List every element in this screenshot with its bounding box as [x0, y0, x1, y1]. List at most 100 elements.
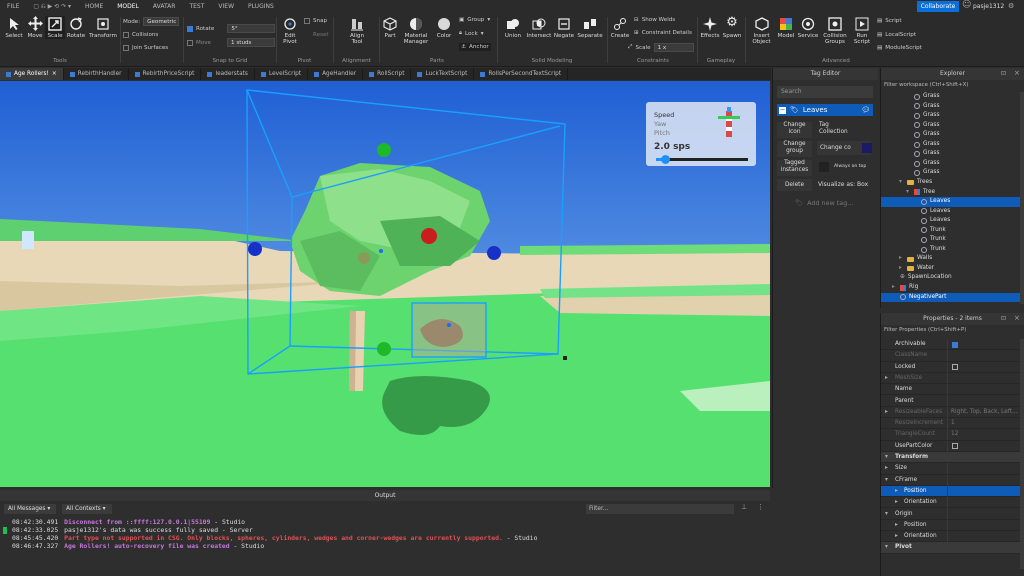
property-row[interactable]: ClassName: [881, 350, 1021, 362]
rotate-tool[interactable]: Rotate: [66, 16, 86, 39]
material-manager-button[interactable]: Material Manager: [402, 16, 430, 46]
menu-file[interactable]: FILE: [0, 0, 26, 13]
negate-button[interactable]: Negate: [553, 16, 575, 39]
add-new-tag[interactable]: 🏷︎ Add new tag...: [795, 199, 853, 207]
property-row[interactable]: Locked: [881, 361, 1021, 373]
explorer-item[interactable]: NegativePart: [881, 292, 1021, 303]
insert-modulescript-button[interactable]: ▤ ModuleScript: [877, 45, 922, 51]
tag-row-leaves[interactable]: − 🏷︎ Leaves 💬︎: [777, 104, 873, 116]
explorer-item[interactable]: Grass: [881, 121, 1021, 131]
snap-move-checkbox[interactable]: [187, 39, 193, 46]
explorer-item[interactable]: Grass: [881, 102, 1021, 112]
tab-leaderstats[interactable]: leaderstats: [201, 68, 255, 80]
tab-home[interactable]: HOME: [78, 0, 110, 13]
explorer-item[interactable]: Grass: [881, 159, 1021, 169]
tab-agehandler[interactable]: AgeHandler: [308, 68, 364, 80]
move-increment-input[interactable]: 1 studs: [227, 38, 276, 47]
all-contexts-dropdown[interactable]: All Contexts ▾: [62, 504, 112, 514]
dock-icon[interactable]: ⊡: [1001, 70, 1006, 77]
property-row[interactable]: ▸ ResizeableFaces Right, Top, Back, Left..…: [881, 406, 1021, 419]
output-filter-input[interactable]: Filter...: [586, 504, 734, 514]
constraint-scale-input[interactable]: 1 x: [653, 43, 694, 52]
tagged-instances-button[interactable]: Tagged instances: [777, 160, 812, 176]
change-group-button[interactable]: Change group: [777, 141, 812, 157]
collapse-icon[interactable]: −: [779, 106, 786, 114]
property-row[interactable]: ▾ Origin: [881, 508, 1021, 520]
union-button[interactable]: Union: [502, 16, 524, 39]
property-row[interactable]: UsePartColor: [881, 440, 1021, 452]
property-row[interactable]: ▸ Position: [881, 519, 1021, 532]
tab-model[interactable]: MODEL: [110, 0, 146, 13]
anchor-button[interactable]: ⚓︎ Anchor: [459, 43, 491, 51]
expand-arrow-icon[interactable]: ▸: [895, 531, 898, 542]
expand-arrow-icon[interactable]: ▾: [885, 475, 888, 486]
tab-age-rollers[interactable]: Age Rollers! ×: [0, 68, 64, 80]
model-button[interactable]: Model: [776, 16, 796, 39]
tab-rebirthpricescript[interactable]: RebirthPriceScript: [129, 68, 202, 80]
collaborate-button[interactable]: Collaborate: [917, 1, 959, 12]
expand-arrow-icon[interactable]: ▸: [899, 254, 904, 264]
expand-arrow-icon[interactable]: ▾: [885, 452, 888, 463]
pivot-reset-button[interactable]: Reset: [304, 32, 329, 38]
property-row[interactable]: ▾ Transform: [881, 452, 1021, 464]
spawn-button[interactable]: ⚙ Spawn: [722, 16, 742, 39]
join-surfaces-toggle[interactable]: Join Surfaces: [123, 45, 168, 51]
snap-rotate-checkbox[interactable]: [187, 25, 193, 32]
expand-arrow-icon[interactable]: ▾: [899, 178, 904, 188]
property-checkbox[interactable]: [952, 341, 958, 348]
tab-plugins[interactable]: PLUGINS: [241, 0, 281, 13]
explorer-item[interactable]: Leaves: [881, 216, 1021, 226]
property-row[interactable]: Parent: [881, 395, 1021, 407]
change-icon-button[interactable]: Change icon: [777, 122, 812, 138]
clear-output-icon[interactable]: ⊥: [741, 503, 747, 511]
explorer-item[interactable]: Leaves: [881, 197, 1021, 207]
expand-arrow-icon[interactable]: ▾: [906, 188, 911, 198]
collisions-toggle[interactable]: Collisions: [123, 32, 158, 38]
delete-tag-button[interactable]: Delete: [777, 179, 812, 191]
user-icon[interactable]: ☺: [962, 0, 971, 10]
property-row[interactable]: ▾ CFrame: [881, 474, 1021, 486]
pivot-snap-toggle[interactable]: Snap: [304, 18, 327, 24]
collision-groups-button[interactable]: Collision Groups: [821, 16, 849, 46]
explorer-item[interactable]: Trunk: [881, 226, 1021, 236]
lock-button[interactable]: 🔒︎ Lock ▾: [459, 30, 484, 37]
explorer-item[interactable]: Grass: [881, 130, 1021, 140]
join-surfaces-checkbox[interactable]: [123, 45, 129, 51]
create-constraint-button[interactable]: Create: [609, 16, 631, 39]
properties-filter-input[interactable]: Filter Properties (Ctrl+Shift+P): [884, 326, 1022, 335]
select-tool[interactable]: Select: [4, 16, 24, 39]
move-tool[interactable]: Move: [25, 16, 45, 39]
hud-speed-slider[interactable]: [656, 155, 748, 164]
explorer-item[interactable]: Grass: [881, 92, 1021, 102]
3d-viewport[interactable]: Speed Yaw Pitch 2.0 sps: [0, 81, 770, 487]
mode-dropdown[interactable]: Geometric: [143, 17, 180, 26]
show-welds-toggle[interactable]: ⊟ Show Welds: [634, 17, 675, 23]
properties-scrollbar[interactable]: [1020, 339, 1024, 569]
expand-arrow-icon[interactable]: ▸: [892, 283, 897, 293]
visibility-icon[interactable]: 💬︎: [861, 104, 870, 116]
separate-button[interactable]: Separate: [577, 16, 603, 39]
close-icon[interactable]: ×: [1014, 314, 1020, 322]
explorer-item[interactable]: ▸ Rig: [881, 283, 1021, 293]
explorer-item[interactable]: Trunk: [881, 235, 1021, 245]
explorer-filter-input[interactable]: Filter workspace (Ctrl+Shift+X): [884, 81, 1012, 90]
explorer-item[interactable]: Grass: [881, 168, 1021, 178]
settings-icon[interactable]: ⚙: [1008, 0, 1014, 13]
expand-arrow-icon[interactable]: ▸: [885, 373, 888, 384]
property-row[interactable]: TriangleCount 12: [881, 429, 1021, 441]
effects-button[interactable]: Effects: [699, 16, 721, 39]
edit-pivot-button[interactable]: Edit Pivot: [279, 16, 301, 46]
explorer-item[interactable]: ▸ Water: [881, 264, 1021, 274]
property-row[interactable]: ▸ Orientation: [881, 497, 1021, 509]
tab-view[interactable]: VIEW: [211, 0, 241, 13]
tab-rollscript[interactable]: RollScript: [363, 68, 412, 80]
expand-arrow-icon[interactable]: ▸: [895, 520, 898, 531]
tag-search-input[interactable]: Search: [777, 86, 873, 98]
explorer-item[interactable]: ▾ Tree: [881, 188, 1021, 198]
explorer-item[interactable]: ⊕ SpawnLocation: [881, 273, 1021, 283]
insert-localscript-button[interactable]: ▤ LocalScript: [877, 32, 916, 38]
visualize-dropdown[interactable]: Visualize as: Box: [818, 181, 868, 188]
expand-arrow-icon[interactable]: ▸: [885, 407, 888, 418]
dock-icon[interactable]: ⊡: [1001, 315, 1006, 322]
rotate-increment-input[interactable]: 5°: [227, 24, 276, 33]
